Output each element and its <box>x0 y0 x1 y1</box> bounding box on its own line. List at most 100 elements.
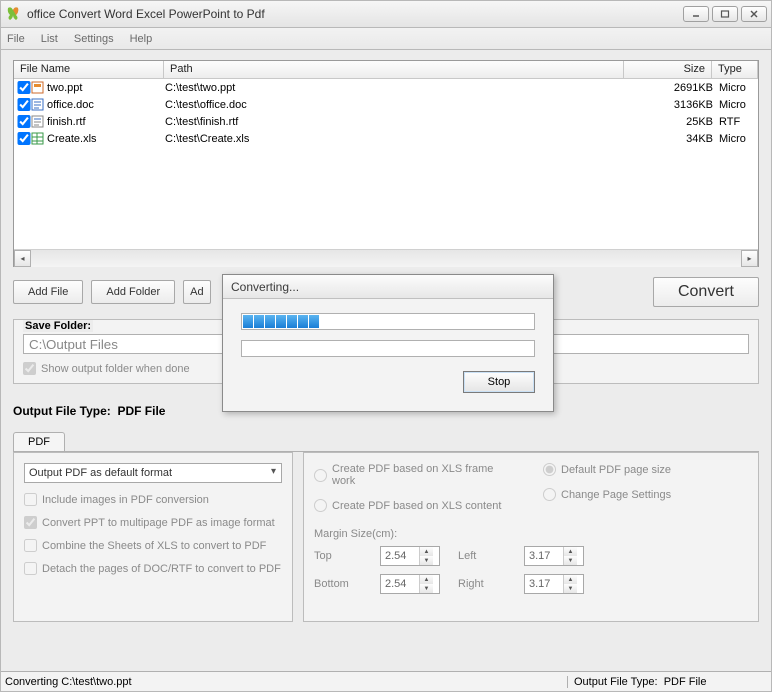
scroll-right-icon[interactable]: ▸ <box>741 250 758 267</box>
scroll-track[interactable] <box>31 250 741 267</box>
table-body: two.ppt C:\test\two.ppt 2691KB Micro off… <box>14 79 758 249</box>
change-page-label: Change Page Settings <box>561 489 671 501</box>
tab-pdf[interactable]: PDF <box>13 432 65 451</box>
status-right: Output File Type: PDF File <box>567 676 767 688</box>
xls-content-label: Create PDF based on XLS content <box>332 500 501 512</box>
menu-list[interactable]: List <box>41 33 58 45</box>
window-controls <box>683 6 767 22</box>
xls-icon <box>31 132 45 145</box>
convert-ppt-label: Convert PPT to multipage PDF as image fo… <box>42 517 275 529</box>
cell-type: Micro <box>713 133 758 145</box>
cell-filename: office.doc <box>47 99 165 111</box>
table-row[interactable]: office.doc C:\test\office.doc 3136KB Mic… <box>14 96 758 113</box>
cell-filename: two.ppt <box>47 82 165 94</box>
cell-type: RTF <box>713 116 758 128</box>
row-checkbox[interactable] <box>17 81 31 94</box>
titlebar: office Convert Word Excel PowerPoint to … <box>0 0 772 28</box>
ppt-icon <box>31 81 45 94</box>
include-images-label: Include images in PDF conversion <box>42 494 209 506</box>
margin-size-label: Margin Size(cm): <box>314 528 748 540</box>
cell-size: 2691KB <box>625 82 713 94</box>
show-output-label: Show output folder when done <box>41 363 190 375</box>
cell-path: C:\test\two.ppt <box>165 82 625 94</box>
detach-doc-label: Detach the pages of DOC/RTF to convert t… <box>42 563 281 575</box>
output-format-select[interactable]: Output PDF as default format <box>24 463 282 483</box>
col-type[interactable]: Type <box>712 61 758 78</box>
table-row[interactable]: finish.rtf C:\test\finish.rtf 25KB RTF <box>14 113 758 130</box>
minimize-button[interactable] <box>683 6 709 22</box>
combine-xls-checkbox[interactable] <box>24 539 37 552</box>
menu-file[interactable]: File <box>7 33 25 45</box>
cell-path: C:\test\office.doc <box>165 99 625 111</box>
spin-down-icon[interactable]: ▼ <box>420 556 433 565</box>
spin-up-icon[interactable]: ▲ <box>420 575 433 584</box>
spin-up-icon[interactable]: ▲ <box>564 575 577 584</box>
default-size-radio[interactable] <box>543 463 556 476</box>
status-left: Converting C:\test\two.ppt <box>5 676 132 688</box>
options-panel: Output PDF as default format Include ima… <box>13 451 759 622</box>
margin-left-label: Left <box>458 550 506 562</box>
pdf-options-box: Output PDF as default format Include ima… <box>13 452 293 622</box>
menubar: File List Settings Help <box>0 28 772 50</box>
save-folder-legend: Save Folder: <box>23 320 93 332</box>
spin-down-icon[interactable]: ▼ <box>564 584 577 593</box>
margin-bottom-spinner[interactable]: ▲▼ <box>380 574 440 594</box>
cell-filename: Create.xls <box>47 133 165 145</box>
progress-bar-main <box>241 313 535 330</box>
include-images-checkbox[interactable] <box>24 493 37 506</box>
margin-bottom-label: Bottom <box>314 578 362 590</box>
margin-top-spinner[interactable]: ▲▼ <box>380 546 440 566</box>
horizontal-scrollbar[interactable]: ◂ ▸ <box>14 249 758 266</box>
cell-filename: finish.rtf <box>47 116 165 128</box>
converting-dialog: Converting... Stop <box>222 274 554 412</box>
change-page-radio[interactable] <box>543 488 556 501</box>
dialog-title: Converting... <box>223 275 553 299</box>
maximize-button[interactable] <box>712 6 738 22</box>
stop-button[interactable]: Stop <box>463 371 535 393</box>
close-button[interactable] <box>741 6 767 22</box>
spin-up-icon[interactable]: ▲ <box>564 547 577 556</box>
cell-size: 25KB <box>625 116 713 128</box>
xls-frame-radio[interactable] <box>314 469 327 482</box>
margin-right-label: Right <box>458 578 506 590</box>
convert-ppt-checkbox[interactable] <box>24 516 37 529</box>
col-size[interactable]: Size <box>624 61 712 78</box>
xls-frame-label: Create PDF based on XLS frame work <box>332 463 519 487</box>
doc-icon <box>31 98 45 111</box>
menu-settings[interactable]: Settings <box>74 33 114 45</box>
row-checkbox[interactable] <box>17 115 31 128</box>
spin-down-icon[interactable]: ▼ <box>420 584 433 593</box>
rtf-icon <box>31 115 45 128</box>
file-table: File Name Path Size Type two.ppt C:\test… <box>13 60 759 267</box>
row-checkbox[interactable] <box>17 132 31 145</box>
add-url-button-partial[interactable]: Ad <box>183 280 211 304</box>
cell-type: Micro <box>713 82 758 94</box>
menu-help[interactable]: Help <box>130 33 153 45</box>
cell-path: C:\test\Create.xls <box>165 133 625 145</box>
add-folder-button[interactable]: Add Folder <box>91 280 175 304</box>
detach-doc-checkbox[interactable] <box>24 562 37 575</box>
margin-grid: Top ▲▼ Left ▲▼ Bottom ▲▼ Right ▲▼ <box>314 546 748 594</box>
col-path[interactable]: Path <box>164 61 624 78</box>
xls-content-radio[interactable] <box>314 499 327 512</box>
cell-size: 3136KB <box>625 99 713 111</box>
cell-size: 34KB <box>625 133 713 145</box>
progress-bar-secondary <box>241 340 535 357</box>
tab-strip: PDF <box>13 432 759 451</box>
page-options-box: Create PDF based on XLS frame work Creat… <box>303 452 759 622</box>
table-row[interactable]: Create.xls C:\test\Create.xls 34KB Micro <box>14 130 758 147</box>
scroll-left-icon[interactable]: ◂ <box>14 250 31 267</box>
col-filename[interactable]: File Name <box>14 61 164 78</box>
margin-left-spinner[interactable]: ▲▼ <box>524 546 584 566</box>
add-file-button[interactable]: Add File <box>13 280 83 304</box>
spin-up-icon[interactable]: ▲ <box>420 547 433 556</box>
margin-right-spinner[interactable]: ▲▼ <box>524 574 584 594</box>
table-row[interactable]: two.ppt C:\test\two.ppt 2691KB Micro <box>14 79 758 96</box>
combine-xls-label: Combine the Sheets of XLS to convert to … <box>42 540 266 552</box>
spin-down-icon[interactable]: ▼ <box>564 556 577 565</box>
row-checkbox[interactable] <box>17 98 31 111</box>
statusbar: Converting C:\test\two.ppt Output File T… <box>1 671 771 691</box>
default-size-label: Default PDF page size <box>561 464 671 476</box>
show-output-checkbox[interactable] <box>23 362 36 375</box>
convert-button[interactable]: Convert <box>653 277 759 307</box>
